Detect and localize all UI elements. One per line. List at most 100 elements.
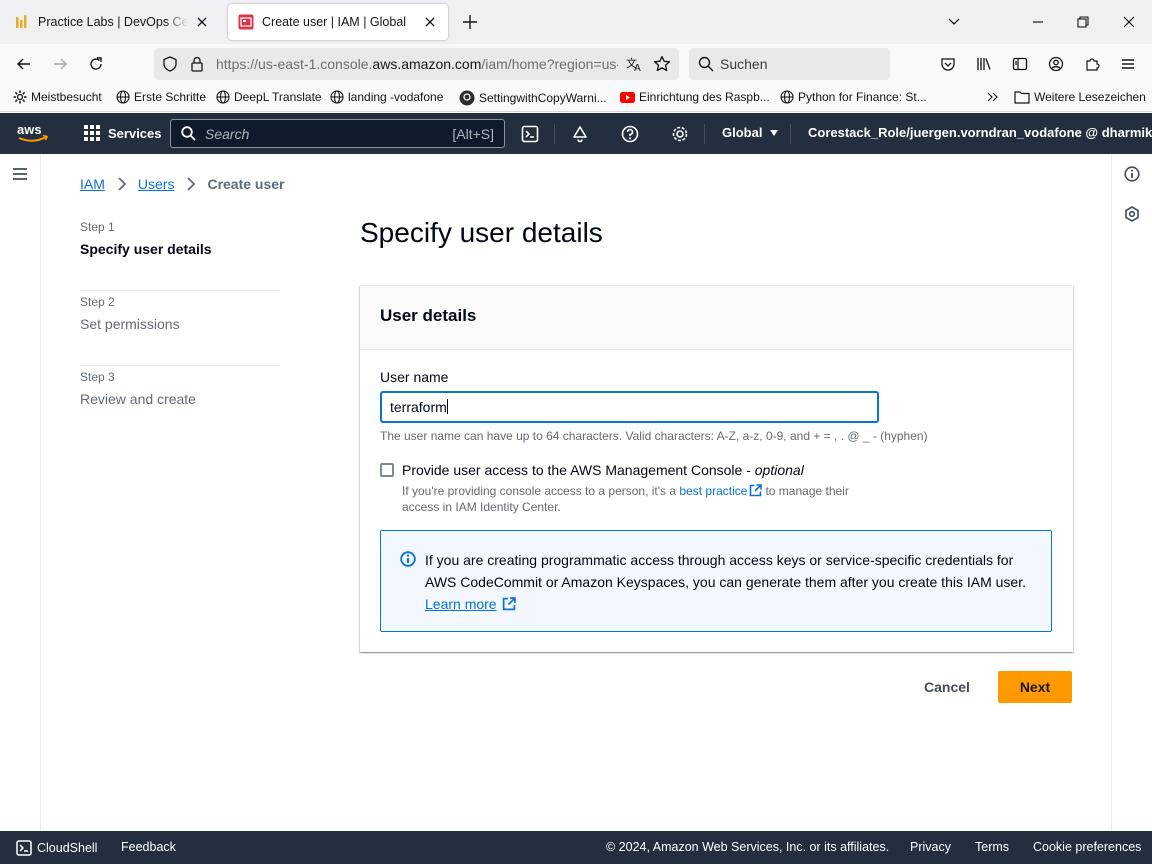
bookmark-python-for-finance[interactable]: Python for Finance: St... <box>780 90 927 104</box>
cookie-preferences-link[interactable]: Cookie preferences <box>1033 840 1141 854</box>
services-menu-button[interactable]: Services <box>83 124 162 142</box>
forward-arrow-icon[interactable] <box>50 54 70 74</box>
globe-icon <box>216 90 230 104</box>
reload-icon[interactable] <box>86 54 106 74</box>
console-access-checkbox[interactable] <box>380 463 394 477</box>
step-title: Set permissions <box>80 316 180 332</box>
browser-search-box[interactable]: Suchen <box>689 48 890 80</box>
aws-top-navigation: aws Services Search [Alt+S] Global Cores… <box>0 113 1152 154</box>
browser-tab-practice-labs[interactable]: Practice Labs | DevOps Certifica <box>4 4 220 40</box>
bookmark-star-icon[interactable] <box>653 55 671 73</box>
back-arrow-icon[interactable] <box>14 54 34 74</box>
chevron-right-icon <box>186 177 196 191</box>
feedback-link[interactable]: Feedback <box>121 840 176 854</box>
sidebar-toggle-icon[interactable] <box>1010 54 1030 74</box>
console-access-description: If you're providing console access to a … <box>402 484 849 514</box>
console-footer: CloudShell Feedback © 2024, Amazon Web S… <box>0 831 1152 864</box>
services-label: Services <box>108 125 162 141</box>
breadcrumb: IAM Users Create user <box>80 176 285 192</box>
gear-icon <box>13 90 27 104</box>
wizard-step-1[interactable]: Step 1 Specify user details <box>80 216 280 291</box>
url-bar[interactable]: https://us-east-1.console.aws.amazon.com… <box>154 48 679 80</box>
account-icon[interactable] <box>1046 54 1066 74</box>
globe-icon <box>330 90 344 104</box>
username-label: User name <box>380 369 449 385</box>
close-window-icon[interactable] <box>1119 12 1139 32</box>
external-link-icon[interactable] <box>749 484 763 497</box>
account-label: Corestack_Role/juergen.vorndran_vodafone… <box>808 125 1152 140</box>
breadcrumb-iam[interactable]: IAM <box>80 176 105 192</box>
optional-tag: optional <box>754 462 804 478</box>
restore-window-icon[interactable] <box>1073 12 1093 32</box>
search-icon <box>181 126 196 141</box>
aws-logo-icon[interactable]: aws <box>16 122 50 144</box>
right-tools-rail <box>1111 154 1152 831</box>
aws-console-favicon-icon <box>238 14 254 30</box>
left-navigation-rail <box>0 154 41 831</box>
browser-navigation-bar: https://us-east-1.console.aws.amazon.com… <box>0 44 1152 84</box>
learn-more-link[interactable]: Learn more <box>425 596 497 612</box>
terms-link[interactable]: Terms <box>975 840 1009 854</box>
url-text: https://us-east-1.console.aws.amazon.com… <box>216 56 618 72</box>
next-button[interactable]: Next <box>998 671 1072 703</box>
bookmark-weitere-lesezeichen[interactable]: Weitere Lesezeichen <box>1014 90 1146 104</box>
bookmark-erste-schritte[interactable]: Erste Schritte <box>116 90 206 104</box>
grid-icon <box>84 125 100 141</box>
cloudshell-icon[interactable] <box>520 124 540 144</box>
pocket-icon[interactable] <box>938 54 958 74</box>
aws-search-placeholder: Search <box>205 126 250 142</box>
account-menu[interactable]: Corestack_Role/juergen.vorndran_vodafone… <box>808 125 1152 140</box>
tab-title: Create user | IAM | Global <box>262 15 407 29</box>
browser-tab-create-user[interactable]: Create user | IAM | Global <box>228 4 448 40</box>
username-input[interactable]: terraform <box>380 391 879 423</box>
tab-title: Practice Labs | DevOps Certifica <box>38 15 188 29</box>
aws-search-input[interactable]: Search [Alt+S] <box>170 119 505 148</box>
step-number: Step 1 <box>80 220 115 234</box>
svg-text:A: A <box>634 63 641 72</box>
help-question-icon[interactable] <box>620 124 640 144</box>
cloudshell-footer-button[interactable]: CloudShell <box>16 840 97 856</box>
bookmark-meistbesucht[interactable]: Meistbesucht <box>13 90 102 104</box>
library-icon[interactable] <box>974 54 994 74</box>
console-access-label[interactable]: Provide user access to the AWS Managemen… <box>402 462 804 478</box>
new-tab-plus-icon[interactable] <box>460 12 480 32</box>
bookmark-deepl-translate[interactable]: DeepL Translate <box>216 90 322 104</box>
resources-hexagon-icon[interactable] <box>1124 206 1140 222</box>
breadcrumb-users[interactable]: Users <box>138 176 175 192</box>
bookmarks-overflow-chevron-icon[interactable] <box>986 90 1004 104</box>
username-constraint-text: The user name can have up to 64 characte… <box>380 429 928 443</box>
translate-icon[interactable]: 文A <box>626 56 644 72</box>
wizard-step-2: Step 2 Set permissions <box>80 291 280 366</box>
close-tab-icon[interactable] <box>194 14 210 30</box>
hamburger-menu-icon[interactable] <box>1118 54 1138 74</box>
folder-icon <box>1014 91 1030 104</box>
info-circle-icon <box>400 551 416 567</box>
page-title: Specify user details <box>360 217 603 248</box>
settings-gear-icon[interactable] <box>670 124 690 144</box>
step-number: Step 2 <box>80 295 115 309</box>
close-tab-icon[interactable] <box>422 14 438 30</box>
tracking-protection-shield-icon[interactable] <box>162 56 178 72</box>
globe-icon <box>116 90 130 104</box>
extensions-puzzle-icon[interactable] <box>1082 54 1102 74</box>
wizard-steps: Step 1 Specify user details Step 2 Set p… <box>80 216 280 441</box>
notifications-bell-icon[interactable] <box>570 124 590 144</box>
best-practice-link[interactable]: best practice <box>679 484 747 498</box>
step-title: Review and create <box>80 391 196 407</box>
cloudshell-icon <box>16 840 32 856</box>
bookmark-landing-vodafone[interactable]: landing -vodafone <box>330 90 443 104</box>
region-selector[interactable]: Global <box>722 125 779 140</box>
navigation-menu-icon[interactable] <box>12 166 28 182</box>
minimize-window-icon[interactable] <box>1028 12 1048 32</box>
lock-icon[interactable] <box>190 56 204 72</box>
bookmark-einrichtung-raspberry[interactable]: Einrichtung des Raspb... <box>620 90 770 104</box>
external-link-icon[interactable] <box>502 597 517 611</box>
list-all-tabs-chevron-icon[interactable] <box>944 12 964 32</box>
cancel-button[interactable]: Cancel <box>916 671 978 703</box>
bookmark-settingwithcopywarning[interactable]: SettingwithCopyWarni... <box>459 90 607 106</box>
username-value: terraform <box>390 399 447 415</box>
wizard-step-3: Step 3 Review and create <box>80 366 280 441</box>
globe-icon <box>780 90 794 104</box>
info-panel-icon[interactable] <box>1124 166 1140 182</box>
privacy-link[interactable]: Privacy <box>910 840 951 854</box>
